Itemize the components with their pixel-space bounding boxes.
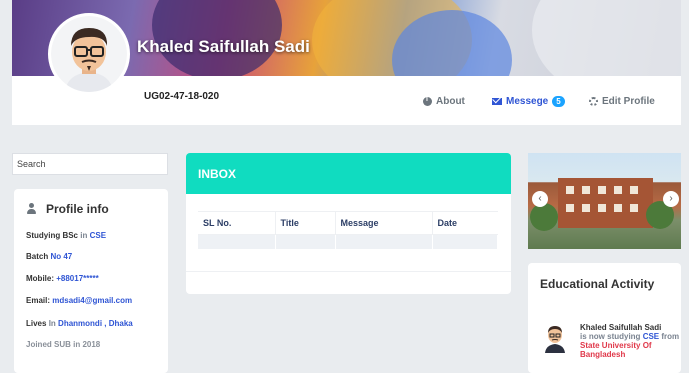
info-icon bbox=[423, 96, 432, 106]
profile-info-card: Profile info Studying BSc in CSE Batch N… bbox=[14, 189, 168, 373]
studying-label: Studying BSc bbox=[26, 231, 79, 240]
educational-activity-title: Educational Activity bbox=[540, 277, 655, 291]
lives-label: Lives bbox=[26, 319, 47, 328]
campus-image bbox=[558, 178, 653, 228]
activity-prefix: is now studying bbox=[580, 332, 641, 341]
carousel-next-button[interactable]: › bbox=[663, 191, 679, 207]
user-id: UG02-47-18-020 bbox=[144, 91, 220, 102]
envelope-icon bbox=[492, 98, 502, 105]
joined-text: Joined SUB in 2018 bbox=[26, 340, 101, 349]
message-count-badge: 5 bbox=[552, 96, 565, 107]
avatar[interactable] bbox=[48, 13, 130, 95]
nav-message-label: Messege bbox=[506, 96, 549, 107]
gear-icon bbox=[589, 97, 598, 106]
activity-from: from bbox=[661, 332, 680, 341]
activity-institution[interactable]: State University Of Bangladesh bbox=[580, 341, 652, 359]
activity-name: Khaled Saifullah Sadi bbox=[580, 323, 662, 332]
column-message: Message bbox=[335, 211, 433, 235]
nav-edit-profile[interactable]: Edit Profile bbox=[589, 96, 655, 107]
mobile-row: Mobile: +88017***** bbox=[26, 274, 99, 283]
divider bbox=[186, 271, 511, 272]
nav-about-label: About bbox=[436, 96, 465, 107]
batch-value: No 47 bbox=[50, 252, 73, 261]
activity-text: Khaled Saifullah Sadi is now studying CS… bbox=[580, 323, 680, 359]
lives-in: In bbox=[48, 319, 56, 328]
batch-row: Batch No 47 bbox=[26, 252, 72, 261]
nav-about[interactable]: About bbox=[423, 96, 465, 107]
profile-info-title: Profile info bbox=[46, 202, 109, 216]
table-row bbox=[198, 234, 498, 249]
column-title: Title bbox=[275, 211, 336, 235]
email-label: Email: bbox=[26, 296, 51, 305]
studying-value: CSE bbox=[89, 231, 107, 240]
studying-row: Studying BSc in CSE bbox=[26, 231, 106, 240]
profile-name: Khaled Saifullah Sadi bbox=[137, 37, 310, 56]
column-sl-no: SL No. bbox=[198, 211, 276, 235]
nav-message[interactable]: Messege 5 bbox=[492, 96, 565, 107]
mobile-label: Mobile: bbox=[26, 274, 54, 283]
batch-label: Batch bbox=[26, 252, 49, 261]
carousel-prev-button[interactable]: ‹ bbox=[532, 191, 548, 207]
lives-row: Lives In Dhanmondi , Dhaka bbox=[26, 319, 133, 328]
profile-info-heading: Profile info bbox=[26, 202, 109, 216]
activity-dept: CSE bbox=[642, 332, 660, 341]
email-value[interactable]: mdsadi4@gmail.com bbox=[52, 296, 132, 305]
column-date: Date bbox=[432, 211, 498, 235]
user-icon bbox=[26, 202, 39, 216]
nav-edit-label: Edit Profile bbox=[602, 96, 655, 107]
email-row: Email: mdsadi4@gmail.com bbox=[26, 296, 132, 305]
inbox-title: INBOX bbox=[186, 153, 511, 194]
activity-avatar bbox=[542, 323, 568, 353]
search-input[interactable]: Search bbox=[12, 153, 168, 175]
educational-activity-card: Educational Activity Khaled Saifullah Sa… bbox=[528, 263, 681, 373]
campus-carousel: ‹ › bbox=[528, 153, 681, 249]
lives-value: Dhanmondi , Dhaka bbox=[58, 319, 133, 328]
mobile-value: +88017***** bbox=[56, 274, 99, 283]
inbox-table: SL No. Title Message Date bbox=[198, 211, 498, 249]
studying-in: in bbox=[80, 231, 88, 240]
inbox-panel: INBOX SL No. Title Message Date bbox=[186, 153, 511, 294]
